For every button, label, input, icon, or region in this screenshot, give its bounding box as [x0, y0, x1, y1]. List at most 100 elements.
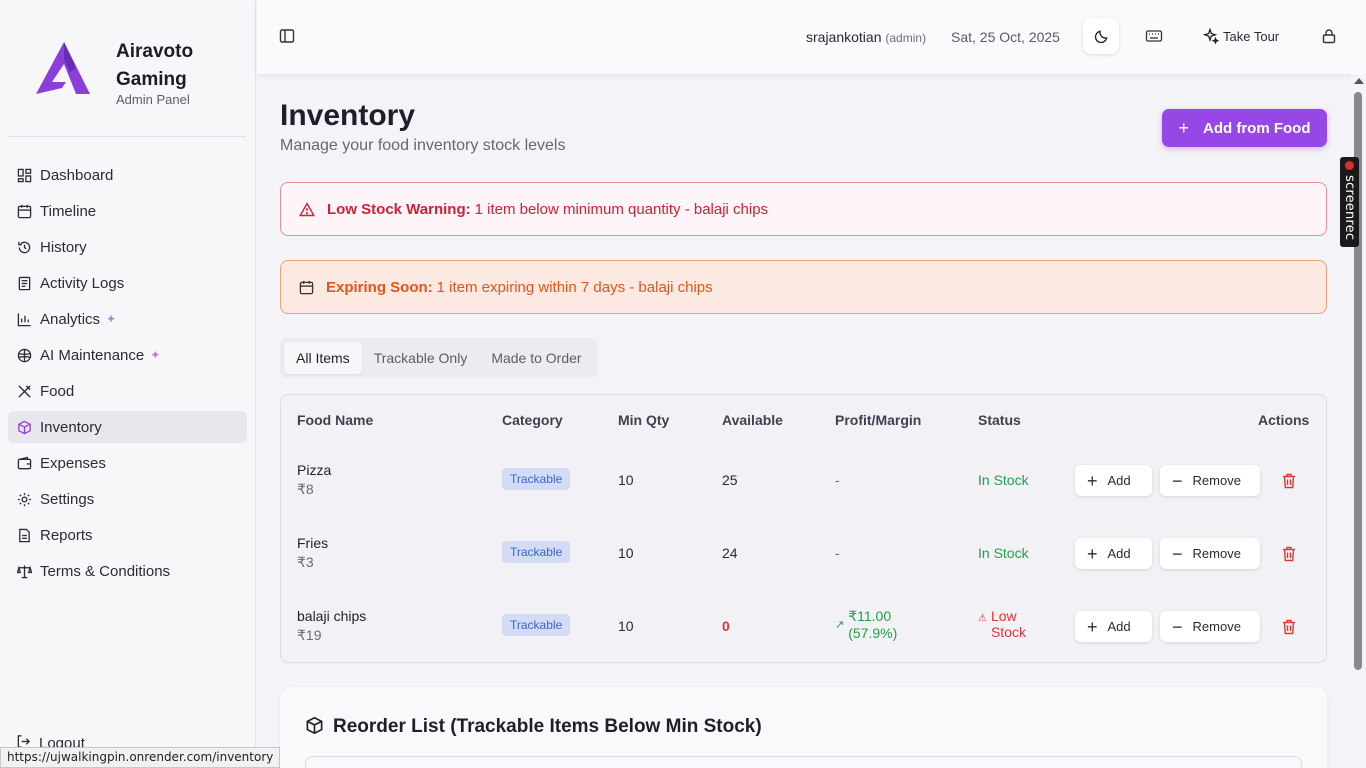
profit-cell: - [835, 545, 840, 561]
sidebar-item-food[interactable]: Food [8, 375, 247, 407]
expiring-title: Expiring Soon: [326, 278, 433, 296]
minus-icon: − [1172, 616, 1183, 637]
warning-icon: ⚠ [978, 613, 987, 624]
expiring-alert: Expiring Soon: 1 item expiring within 7 … [280, 260, 1327, 314]
lock-icon[interactable] [1321, 28, 1337, 44]
food-cell: Fries ₹3 [297, 535, 328, 571]
filter-tabs: All Items Trackable Only Made to Order [280, 338, 598, 378]
food-name: Pizza [297, 462, 332, 478]
sidebar-item-label: Food [40, 382, 75, 400]
theme-toggle-button[interactable] [1083, 18, 1119, 54]
screen-recorder-label: screenrec [1342, 175, 1357, 241]
category-badge: Trackable [502, 614, 571, 636]
category-badge: Trackable [502, 468, 571, 490]
table-row: balaji chips ₹19 Trackable 10 0 ↗ ₹11.00… [281, 590, 1326, 663]
sidebar-item-terms[interactable]: Terms & Conditions [8, 555, 247, 587]
chart-icon [16, 311, 32, 327]
sidebar-toggle-icon[interactable] [279, 28, 295, 44]
add-from-food-label: Add from Food [1203, 119, 1311, 137]
moon-icon [1094, 30, 1107, 43]
profit-cell: - [835, 472, 840, 488]
sidebar-item-label: Reports [40, 526, 93, 544]
sparkle-icon: ✦ [150, 348, 161, 362]
add-stock-button[interactable]: + Add [1075, 465, 1152, 496]
sidebar-item-analytics[interactable]: Analytics ✦ [8, 303, 247, 335]
profit-amount: ₹11.00 [848, 608, 892, 624]
status-badge: In Stock [978, 545, 1029, 561]
food-name: Fries [297, 535, 329, 551]
trash-icon[interactable] [1282, 619, 1296, 635]
remove-stock-label: Remove [1192, 619, 1241, 634]
low-stock-text: 1 item below minimum quantity - balaji c… [474, 200, 769, 218]
calendar-icon [299, 280, 314, 295]
username: srajankotian [806, 29, 882, 45]
user-info: srajankotian (admin) [806, 29, 926, 45]
sidebar-item-settings[interactable]: Settings [8, 483, 247, 515]
brand-logo [36, 42, 90, 94]
utensils-icon [16, 383, 32, 399]
scroll-up-arrow[interactable] [1354, 78, 1364, 84]
top-bar: srajankotian (admin) Sat, 25 Oct, 2025 T… [257, 0, 1366, 74]
food-price: ₹19 [297, 627, 322, 643]
add-from-food-button[interactable]: + Add from Food [1162, 109, 1327, 147]
remove-stock-button[interactable]: − Remove [1160, 465, 1260, 496]
column-header-status: Status [978, 412, 1021, 428]
keyboard-icon[interactable] [1145, 28, 1163, 44]
remove-stock-button[interactable]: − Remove [1160, 611, 1260, 642]
available-cell: 24 [722, 545, 738, 561]
sidebar-divider [8, 136, 246, 137]
table-row: Fries ₹3 Trackable 10 24 - In Stock + Add… [281, 517, 1326, 590]
take-tour-label: Take Tour [1223, 28, 1280, 44]
expiring-text: 1 item expiring within 7 days - balaji c… [436, 278, 713, 296]
sidebar-item-expenses[interactable]: Expenses [8, 447, 247, 479]
package-icon [306, 716, 323, 735]
status-badge: ⚠ Low Stock [978, 608, 1026, 640]
sidebar-item-timeline[interactable]: Timeline [8, 195, 247, 227]
sidebar-item-label: Analytics [40, 310, 101, 328]
dashboard-icon [16, 167, 32, 183]
category-badge: Trackable [502, 541, 571, 563]
table-row: Pizza ₹8 Trackable 10 25 - In Stock + Add… [281, 444, 1326, 517]
remove-stock-button[interactable]: − Remove [1160, 538, 1260, 569]
trash-icon[interactable] [1282, 546, 1296, 562]
sidebar-item-inventory[interactable]: Inventory [8, 411, 247, 443]
minus-icon: − [1172, 470, 1183, 491]
tab-all-items[interactable]: All Items [284, 342, 362, 374]
trash-icon[interactable] [1282, 473, 1296, 489]
sidebar-item-dashboard[interactable]: Dashboard [8, 159, 247, 191]
sidebar-item-label: Timeline [40, 202, 97, 220]
minus-icon: − [1172, 543, 1183, 564]
sidebar-item-label: Settings [40, 490, 95, 508]
add-stock-button[interactable]: + Add [1075, 611, 1152, 642]
sidebar-item-activity-logs[interactable]: Activity Logs [8, 267, 247, 299]
plus-icon: + [1087, 616, 1098, 637]
tab-trackable-only[interactable]: Trackable Only [362, 342, 480, 374]
column-header-food-name: Food Name [297, 412, 374, 428]
status-url: https://ujwalkingpin.onrender.com/invent… [0, 747, 281, 768]
take-tour-button[interactable]: Take Tour [1203, 28, 1279, 44]
column-header-min-qty: Min Qty [618, 412, 670, 428]
report-icon [16, 527, 32, 543]
status-line: Low [990, 608, 1017, 624]
sparkles-icon [1203, 28, 1219, 44]
category-cell: Trackable [502, 614, 571, 636]
warning-icon [299, 201, 315, 217]
tab-made-to-order[interactable]: Made to Order [479, 342, 593, 374]
brand[interactable]: Airavoto Gaming Admin Panel [36, 38, 236, 118]
food-cell: balaji chips ₹19 [297, 608, 366, 644]
scale-icon [16, 563, 32, 579]
logs-icon [16, 275, 32, 291]
add-stock-label: Add [1107, 546, 1131, 561]
category-cell: Trackable [502, 468, 571, 490]
sidebar-item-history[interactable]: History [8, 231, 247, 263]
screen-recorder-widget[interactable]: screenrec [1340, 157, 1359, 247]
food-price: ₹8 [297, 481, 314, 497]
sidebar-item-reports[interactable]: Reports [8, 519, 247, 551]
add-stock-button[interactable]: + Add [1075, 538, 1152, 569]
reorder-list-card: Reorder List (Trackable Items Below Min … [280, 687, 1327, 768]
sidebar-item-label: Inventory [40, 418, 102, 436]
gear-icon [16, 491, 32, 507]
sidebar-item-ai-maintenance[interactable]: AI Maintenance ✦ [8, 339, 247, 371]
add-stock-label: Add [1107, 473, 1131, 488]
column-header-profit-margin: Profit/Margin [835, 412, 922, 428]
